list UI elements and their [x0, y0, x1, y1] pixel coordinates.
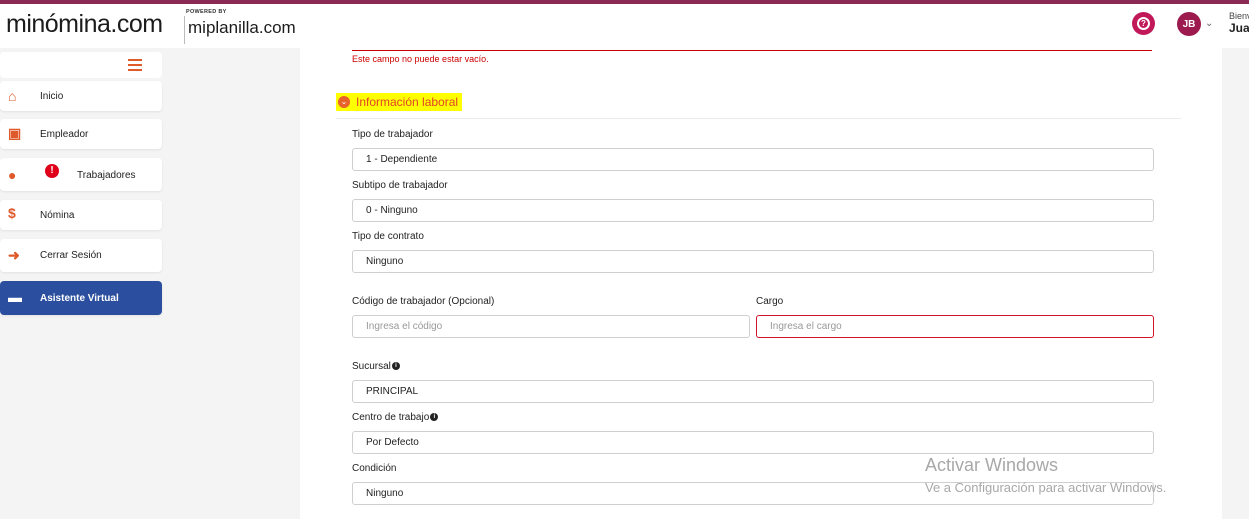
subtipo-trabajador-label: Subtipo de trabajador [352, 180, 448, 191]
app-header: minómina.com POWERED BY miplanilla.com ?… [0, 4, 1249, 48]
sidebar-item-empleador[interactable]: ▣ Empleador [0, 119, 162, 149]
username-text: Jua [1229, 21, 1249, 35]
error-underline [352, 50, 1152, 51]
centro-trabajo-label: Centro de trabajo i [352, 412, 439, 423]
minomina-logo[interactable]: minómina.com [6, 10, 163, 39]
sidebar-item-label: Asistente Virtual [40, 293, 119, 304]
sidebar-item-label: Empleador [40, 129, 89, 140]
sidebar-item-label: Cerrar Sesión [40, 250, 102, 261]
chevron-down-icon: ⌄ [338, 96, 350, 108]
centro-trabajo-label-text: Centro de trabajo [352, 412, 430, 423]
sidebar-item-label: Trabajadores [77, 170, 136, 181]
sidebar-item-nomina[interactable]: $ Nómina [0, 200, 162, 230]
help-circle-icon[interactable]: ? [1132, 12, 1155, 35]
tipo-contrato-label: Tipo de contrato [352, 231, 424, 242]
home-icon: ⌂ [8, 88, 17, 104]
section-informacion-laboral[interactable]: ⌄ Información laboral [336, 93, 463, 111]
cargo-input[interactable] [756, 315, 1154, 338]
sidebar-item-cerrar-sesion[interactable]: ➜ Cerrar Sesión [0, 239, 162, 272]
info-icon[interactable]: i [430, 413, 439, 421]
alert-badge: ! [45, 164, 59, 178]
sidebar-item-trabajadores[interactable]: ● ! Trabajadores [0, 158, 162, 191]
codigo-trabajador-input[interactable] [352, 315, 750, 338]
windows-activation-title: Activar Windows [925, 455, 1059, 475]
chevron-down-icon[interactable]: ⌄ [1205, 18, 1213, 29]
centro-trabajo-select[interactable] [352, 431, 1154, 454]
miplanilla-logo: miplanilla.com [188, 18, 296, 37]
dollar-icon: $ [8, 205, 16, 221]
windows-activation-subtitle: Ve a Configuración para activar Windows. [925, 480, 1167, 495]
field-error-message: Este campo no puede estar vacío. [352, 54, 489, 64]
subtipo-trabajador-select[interactable] [352, 199, 1154, 222]
condicion-label: Condición [352, 463, 397, 474]
sidebar-item-label: Nómina [40, 210, 75, 221]
sucursal-label-text: Sucursal [352, 361, 391, 372]
section-title: Información laboral [356, 95, 459, 109]
chat-bubble-icon: ▬ [8, 289, 22, 305]
welcome-text: Bienv [1229, 11, 1249, 21]
cargo-label: Cargo [756, 296, 784, 307]
powered-by-label: POWERED BY [186, 9, 227, 15]
info-icon[interactable]: i [391, 362, 400, 370]
tipo-trabajador-label: Tipo de trabajador [352, 129, 433, 140]
codigo-trabajador-label: Código de trabajador (Opcional) [352, 296, 495, 307]
logo-divider [184, 16, 185, 44]
sucursal-select[interactable] [352, 380, 1154, 403]
users-icon: ● [8, 167, 17, 183]
tipo-contrato-select[interactable] [352, 250, 1154, 273]
hamburger-icon [128, 59, 142, 74]
tipo-trabajador-select[interactable] [352, 148, 1154, 171]
sign-out-icon: ➜ [8, 247, 20, 263]
sidebar-item-inicio[interactable]: ⌂ Inicio [0, 81, 162, 111]
sidebar-item-label: Inicio [40, 91, 64, 102]
user-avatar[interactable]: JB [1177, 12, 1201, 36]
menu-toggle-button[interactable] [0, 52, 162, 78]
sucursal-label: Sucursal i [352, 361, 400, 372]
section-divider [336, 118, 1181, 119]
sidebar: ⌂ Inicio ▣ Empleador ● ! Trabajadores $ … [0, 48, 200, 519]
id-badge-icon: ▣ [8, 125, 22, 141]
sidebar-item-asistente-virtual[interactable]: ▬ Asistente Virtual [0, 281, 162, 315]
